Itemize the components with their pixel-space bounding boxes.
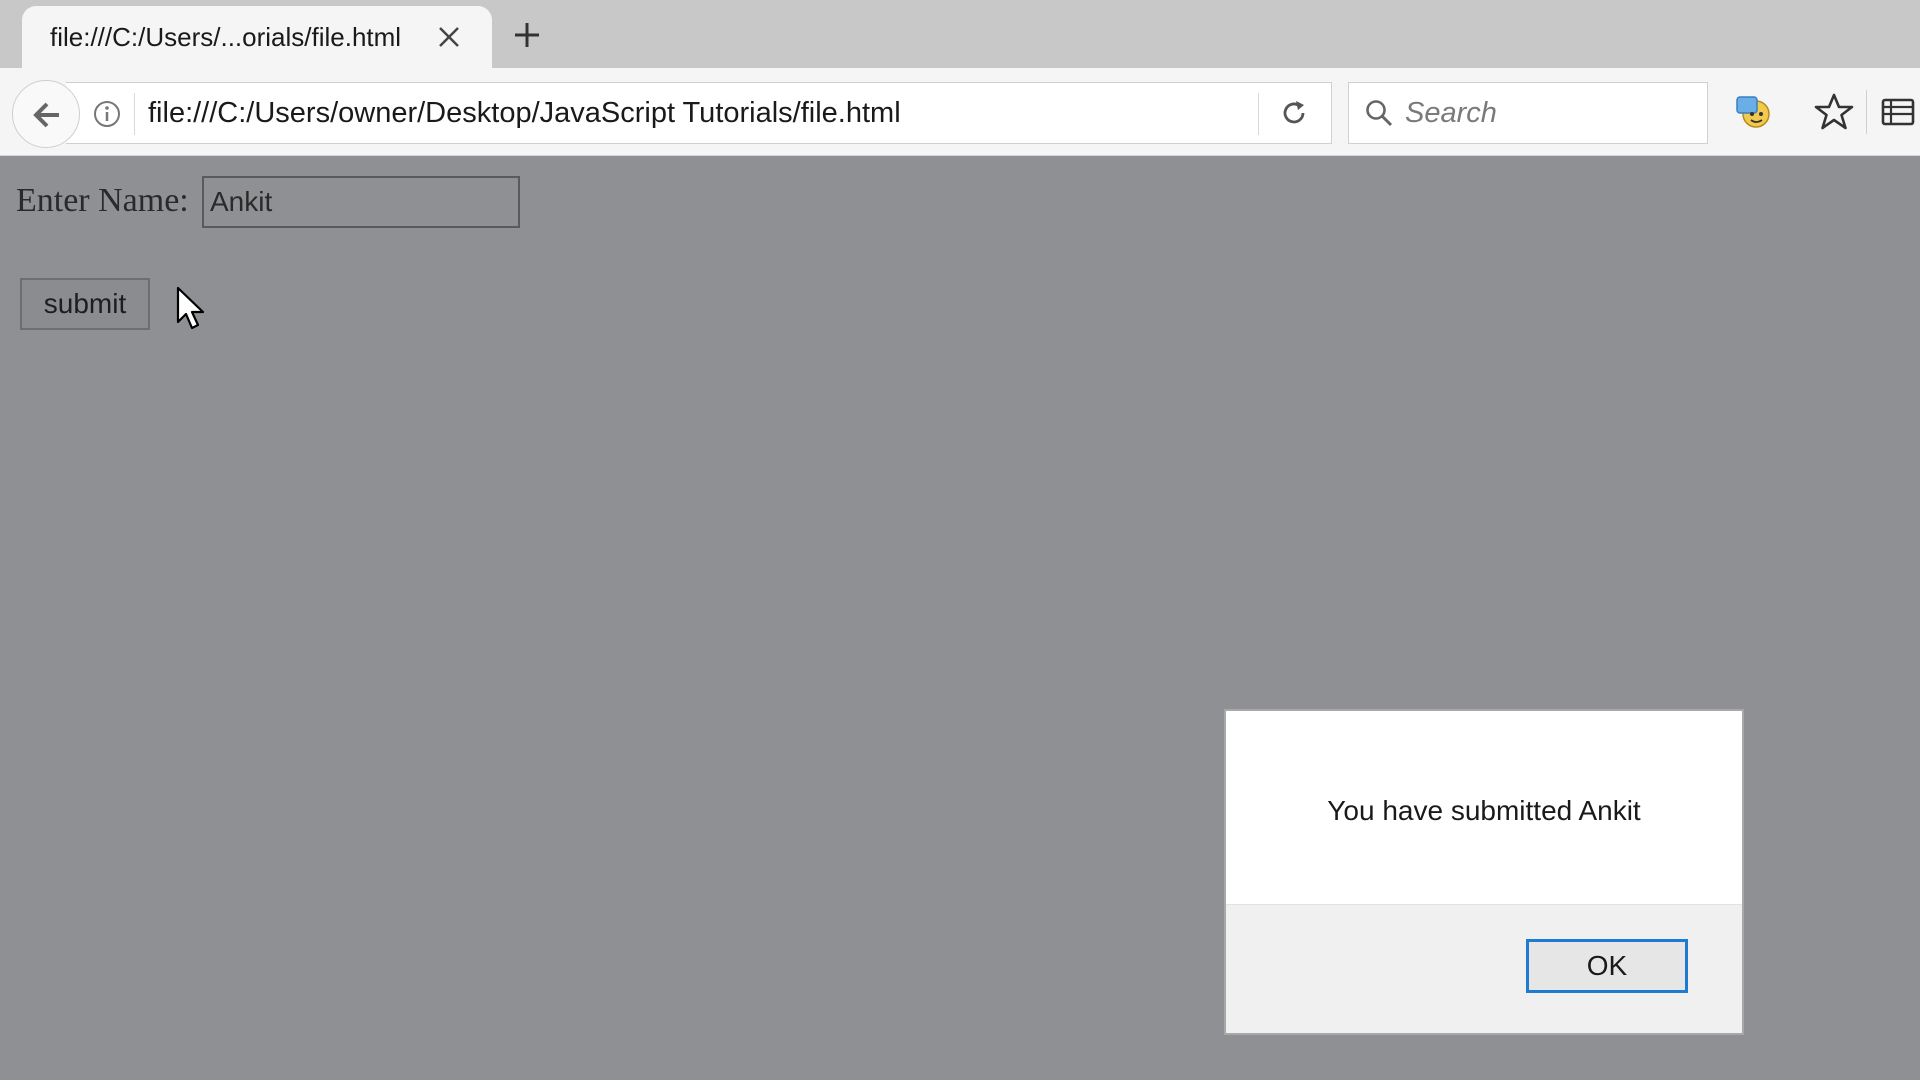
tab-strip: file:///C:/Users/...orials/file.html <box>0 0 1920 68</box>
toolbar-separator <box>1866 90 1867 134</box>
page-content: Enter Name: submit You have submitted An… <box>0 156 1920 1080</box>
alert-message: You have submitted Ankit <box>1327 795 1641 826</box>
star-icon[interactable] <box>1814 92 1854 132</box>
alert-dialog: You have submitted Ankit OK <box>1224 709 1744 1035</box>
tab-title: file:///C:/Users/...orials/file.html <box>50 22 402 52</box>
info-icon[interactable] <box>92 99 122 129</box>
close-icon[interactable] <box>434 22 464 52</box>
search-input[interactable] <box>1405 95 1695 131</box>
search-bar[interactable] <box>1348 82 1708 144</box>
back-arrow-icon <box>33 102 59 128</box>
url-bar[interactable]: file:///C:/Users/owner/Desktop/JavaScrip… <box>66 82 1332 144</box>
extension-icon[interactable] <box>1734 92 1774 132</box>
plus-icon[interactable] <box>510 18 544 52</box>
submit-button[interactable]: submit <box>20 278 150 330</box>
library-icon[interactable] <box>1880 94 1916 130</box>
reload-icon[interactable] <box>1278 97 1310 129</box>
ok-button[interactable]: OK <box>1526 939 1688 993</box>
reload-separator <box>1258 93 1259 135</box>
alert-footer: OK <box>1226 904 1742 1033</box>
url-separator <box>134 93 135 135</box>
navigation-bar: file:///C:/Users/owner/Desktop/JavaScrip… <box>0 68 1920 156</box>
tab-active[interactable]: file:///C:/Users/...orials/file.html <box>22 6 492 68</box>
name-label: Enter Name: <box>16 182 189 219</box>
magnifier-icon <box>1366 100 1393 127</box>
url-text[interactable]: file:///C:/Users/owner/Desktop/JavaScrip… <box>148 97 901 130</box>
mouse-cursor-icon <box>176 286 205 330</box>
back-button[interactable] <box>12 80 80 148</box>
name-input[interactable] <box>202 176 520 228</box>
browser-window: file:///C:/Users/...orials/file.html fil… <box>0 0 1920 1080</box>
